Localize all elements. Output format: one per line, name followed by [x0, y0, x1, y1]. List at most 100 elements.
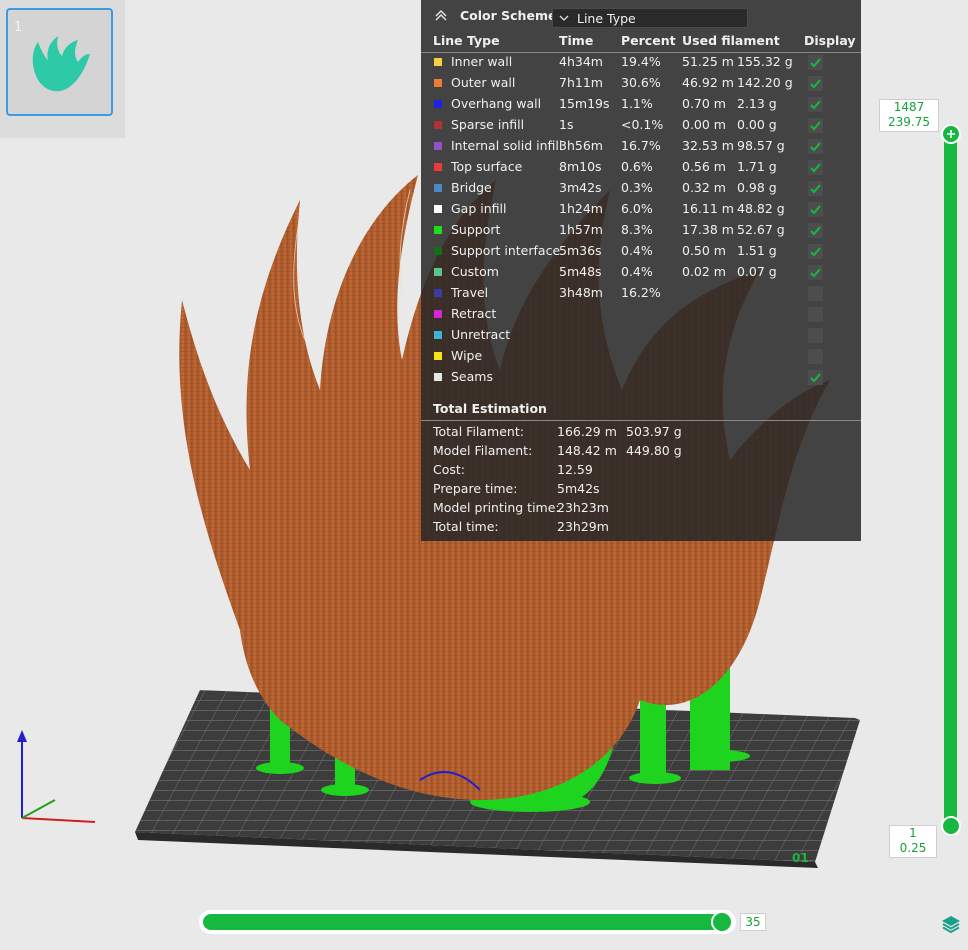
- line-type-length: 32.53 m: [682, 138, 734, 153]
- display-checkbox[interactable]: [808, 370, 823, 385]
- display-checkbox[interactable]: [808, 307, 823, 322]
- display-checkbox[interactable]: [808, 160, 823, 175]
- line-type-row: Unretract: [421, 326, 861, 347]
- color-swatch: [434, 268, 442, 276]
- move-slider-handle[interactable]: [711, 911, 733, 933]
- line-type-length: 0.70 m: [682, 96, 726, 111]
- total-estimation-title: Total Estimation: [433, 401, 547, 416]
- total-value: 5m42s: [557, 481, 600, 496]
- check-icon: [810, 268, 821, 278]
- line-type-time: 5m36s: [559, 243, 602, 258]
- color-scheme-select[interactable]: Line Type: [552, 8, 748, 28]
- line-type-length: 17.38 m: [682, 222, 734, 237]
- line-type-name: Retract: [451, 306, 497, 321]
- top-layer-label: 1487 239.75: [879, 99, 939, 132]
- display-checkbox[interactable]: [808, 223, 823, 238]
- check-icon: [810, 58, 821, 68]
- total-row: Model printing time: 23h23m: [421, 499, 861, 518]
- line-type-length: 0.02 m: [682, 264, 726, 279]
- line-type-time: 1s: [559, 117, 574, 132]
- col-header-display: Display: [804, 33, 856, 48]
- line-type-length: 16.11 m: [682, 201, 734, 216]
- line-type-row: Seams: [421, 368, 861, 389]
- line-type-length: 0.56 m: [682, 159, 726, 174]
- display-checkbox[interactable]: [808, 202, 823, 217]
- display-checkbox[interactable]: [808, 55, 823, 70]
- move-slider-value: 35: [740, 913, 766, 931]
- display-checkbox[interactable]: [808, 118, 823, 133]
- line-type-percent: <0.1%: [621, 117, 664, 132]
- total-label: Total Filament:: [433, 424, 524, 439]
- layer-slider-top-handle[interactable]: [941, 124, 961, 144]
- display-checkbox[interactable]: [808, 349, 823, 364]
- line-type-weight: 155.32 g: [737, 54, 793, 69]
- line-type-weight: 48.82 g: [737, 201, 785, 216]
- line-type-name: Sparse infill: [451, 117, 525, 132]
- display-checkbox[interactable]: [808, 265, 823, 280]
- line-type-percent: 6.0%: [621, 201, 653, 216]
- top-layer-height: 239.75: [888, 115, 930, 129]
- display-checkbox[interactable]: [808, 97, 823, 112]
- display-checkbox[interactable]: [808, 244, 823, 259]
- line-type-percent: 0.3%: [621, 180, 653, 195]
- layer-slider-bottom-handle[interactable]: [941, 816, 961, 836]
- line-type-row: Wipe: [421, 347, 861, 368]
- line-type-weight: 0.98 g: [737, 180, 777, 195]
- total-row: Total time: 23h29m: [421, 518, 861, 537]
- check-icon: [810, 247, 821, 257]
- display-checkbox[interactable]: [808, 76, 823, 91]
- x-axis: [21, 817, 96, 823]
- check-icon: [810, 184, 821, 194]
- line-type-length: 51.25 m: [682, 54, 734, 69]
- layer-slider-track[interactable]: [944, 130, 957, 828]
- display-checkbox[interactable]: [808, 139, 823, 154]
- total-row: Total Filament: 166.29 m 503.97 g: [421, 423, 861, 442]
- line-type-length: 0.32 m: [682, 180, 726, 195]
- line-type-name: Bridge: [451, 180, 492, 195]
- line-type-percent: 8.3%: [621, 222, 653, 237]
- total-value: 148.42 m: [557, 443, 617, 458]
- check-icon: [810, 163, 821, 173]
- line-type-name: Outer wall: [451, 75, 516, 90]
- col-header-percent: Percent: [621, 33, 676, 48]
- bottom-layer-height: 0.25: [899, 841, 927, 855]
- z-axis-arrow-icon: [17, 730, 27, 742]
- line-type-time: 7h11m: [559, 75, 603, 90]
- line-type-weight: 0.00 g: [737, 117, 777, 132]
- line-type-percent: 16.2%: [621, 285, 661, 300]
- check-icon: [810, 373, 821, 383]
- line-type-percent: 16.7%: [621, 138, 661, 153]
- layers-icon[interactable]: [940, 913, 962, 935]
- line-type-time: 1h24m: [559, 201, 603, 216]
- total-weight: 449.80 g: [626, 443, 682, 458]
- color-swatch: [434, 184, 442, 192]
- line-type-length: 0.50 m: [682, 243, 726, 258]
- line-type-name: Unretract: [451, 327, 511, 342]
- line-type-row: Outer wall 7h11m 30.6% 46.92 m 142.20 g: [421, 74, 861, 95]
- display-checkbox[interactable]: [808, 328, 823, 343]
- color-swatch: [434, 331, 442, 339]
- check-icon: [810, 100, 821, 110]
- move-slider-track[interactable]: [203, 914, 729, 930]
- model-thumbnail-icon: [32, 36, 90, 92]
- collapse-up-icon[interactable]: [433, 7, 449, 23]
- total-label: Cost:: [433, 462, 466, 477]
- check-icon: [810, 142, 821, 152]
- line-type-percent: 1.1%: [621, 96, 653, 111]
- color-swatch: [434, 100, 442, 108]
- check-icon: [810, 121, 821, 131]
- total-value: 23h29m: [557, 519, 609, 534]
- color-swatch: [434, 289, 442, 297]
- line-type-weight: 142.20 g: [737, 75, 793, 90]
- color-scheme-title: Color Scheme: [460, 8, 557, 23]
- line-type-row: Internal solid infill 3h56m 16.7% 32.53 m 98…: [421, 137, 861, 158]
- line-type-row: Top surface 8m10s 0.6% 0.56 m 1.71 g: [421, 158, 861, 179]
- color-swatch: [434, 142, 442, 150]
- col-header-time: Time: [559, 33, 594, 48]
- check-icon: [810, 205, 821, 215]
- color-swatch: [434, 205, 442, 213]
- line-type-row: Overhang wall 15m19s 1.1% 0.70 m 2.13 g: [421, 95, 861, 116]
- display-checkbox[interactable]: [808, 181, 823, 196]
- display-checkbox[interactable]: [808, 286, 823, 301]
- line-type-percent: 0.6%: [621, 159, 653, 174]
